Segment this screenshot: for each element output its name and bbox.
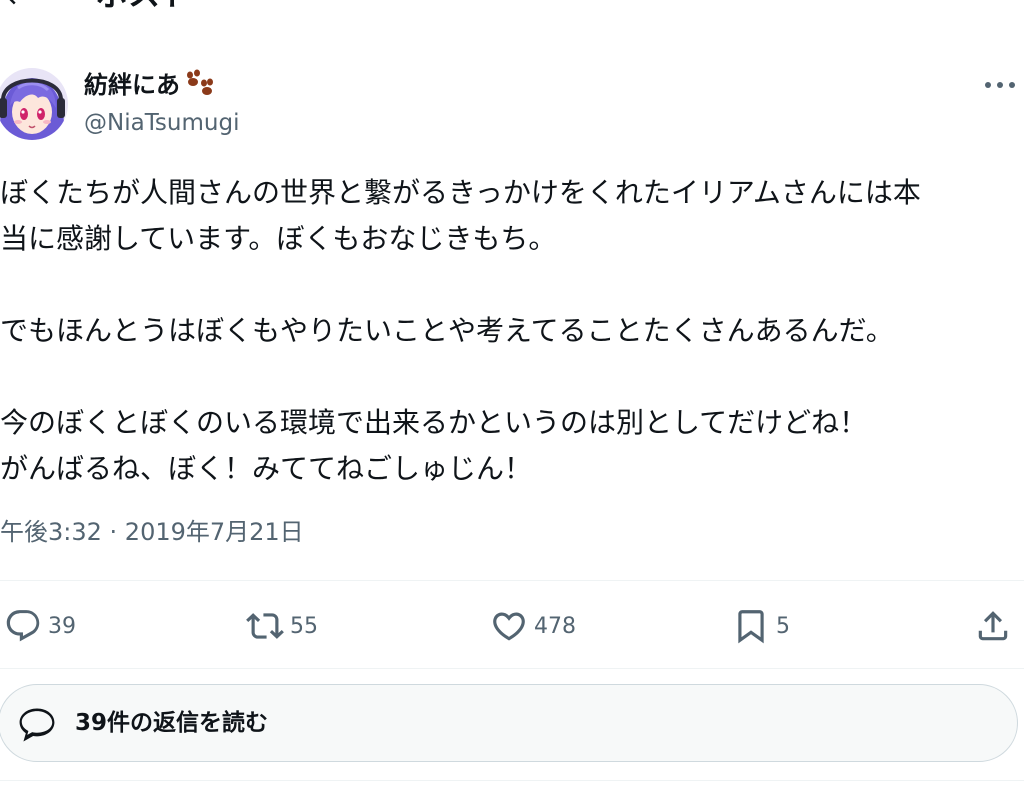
reply-bubble-icon xyxy=(6,610,40,642)
paw-emoji-icon xyxy=(187,69,213,95)
timestamp: 午後3:32 · 2019年7月21日 xyxy=(0,516,304,548)
share-upload-icon xyxy=(978,611,1008,641)
top-header: ポスト xyxy=(0,0,1024,20)
speech-bubble-icon xyxy=(19,708,55,742)
like-button[interactable]: 478 xyxy=(490,606,576,646)
repost-icon xyxy=(246,613,284,639)
timestamp-separator: · xyxy=(101,518,125,546)
reply-count: 39 xyxy=(48,613,76,639)
divider-end xyxy=(0,780,1024,781)
avatar[interactable] xyxy=(0,68,68,140)
avatar-image xyxy=(0,68,68,140)
back-arrow-icon[interactable] xyxy=(0,0,30,10)
divider-top xyxy=(0,580,1024,581)
heart-icon xyxy=(493,612,525,641)
read-replies-button[interactable]: 39件の返信を読む xyxy=(0,684,1018,762)
read-replies-label: 39件の返信を読む xyxy=(75,710,269,736)
share-button[interactable] xyxy=(974,606,1012,646)
author-name[interactable]: 紡絆にあ xyxy=(84,70,180,100)
more-dots-icon[interactable] xyxy=(980,72,1020,98)
repost-button[interactable]: 55 xyxy=(246,606,318,646)
bookmark-count: 5 xyxy=(776,613,790,639)
page-title: ポスト xyxy=(96,0,192,14)
divider-bottom xyxy=(0,668,1024,669)
reply-button[interactable]: 39 xyxy=(4,606,76,646)
bookmark-icon xyxy=(738,610,764,644)
tweet-text: ぼくたちが人間さんの世界と繋がるきっかけをくれたイリアムさんには本 当に感謝して… xyxy=(0,176,921,485)
bookmark-button[interactable]: 5 xyxy=(732,606,790,646)
author-handle[interactable]: @NiaTsumugi xyxy=(84,108,239,138)
repost-count: 55 xyxy=(290,613,318,639)
tweet-time[interactable]: 午後3:32 xyxy=(0,518,102,546)
like-count: 478 xyxy=(534,613,576,639)
author-name-row[interactable]: 紡絆にあ xyxy=(84,69,214,100)
tweet-date[interactable]: 2019年7月21日 xyxy=(125,518,304,546)
